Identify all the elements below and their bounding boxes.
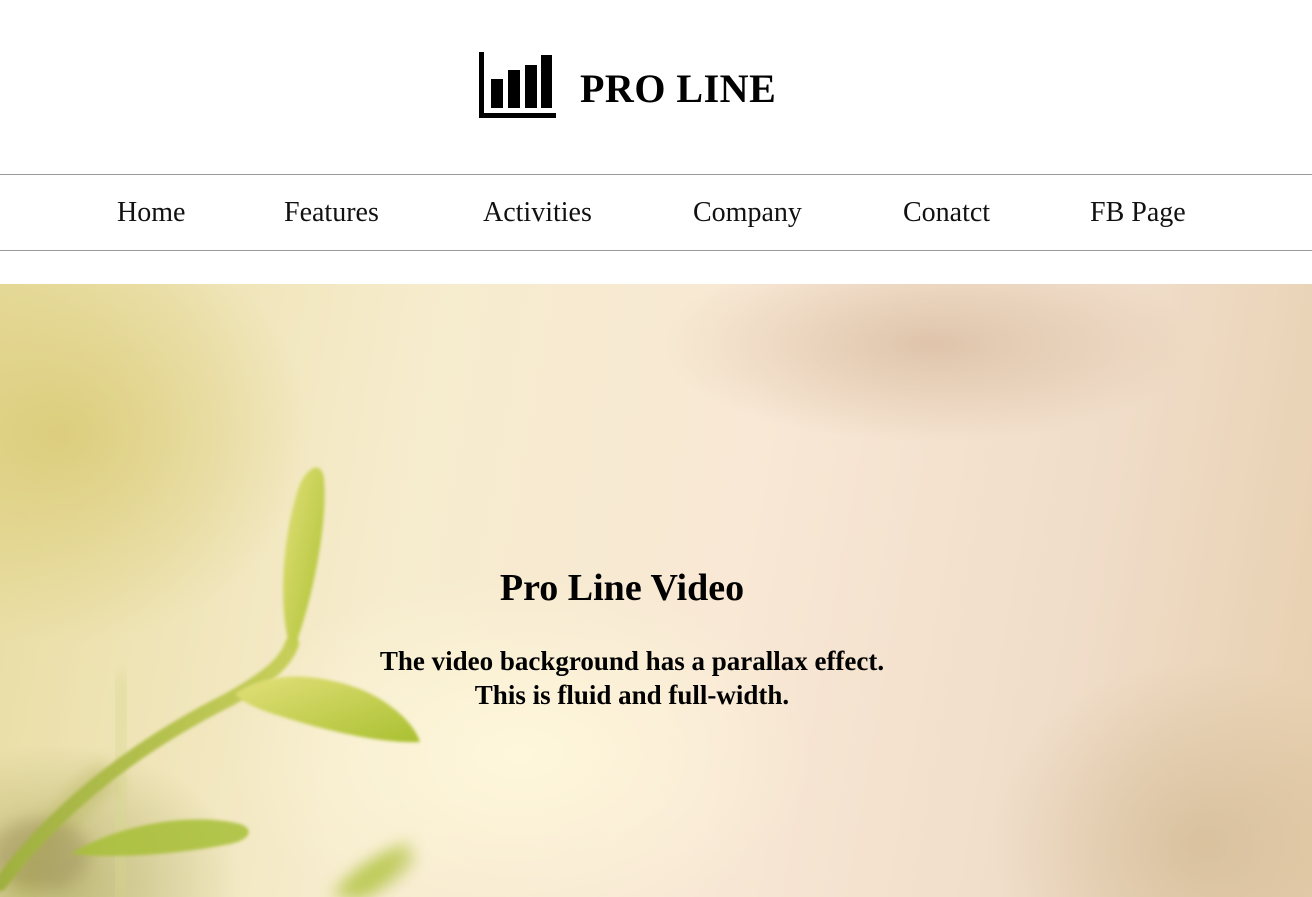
- brand-logo[interactable]: PRO LINE: [478, 52, 776, 122]
- nav-item-features[interactable]: Features: [284, 175, 379, 250]
- nav-item-company[interactable]: Company: [693, 175, 802, 250]
- brand-name: PRO LINE: [580, 66, 777, 111]
- site-header: PRO LINE: [0, 0, 1312, 175]
- main-navigation: Home Features Activities Company Conatct…: [0, 174, 1312, 251]
- hero-subtitle-line2: This is fluid and full-width.: [474, 680, 790, 710]
- hero-subtitle-line1: The video background has a parallax effe…: [379, 646, 885, 676]
- bar-chart-icon: [479, 52, 556, 118]
- nav-item-fb-page[interactable]: FB Page: [1090, 175, 1186, 250]
- hero-title: Pro Line Video: [499, 567, 745, 609]
- nav-item-contact[interactable]: Conatct: [903, 175, 990, 250]
- hero-video-section: Pro Line Video The video background has …: [0, 284, 1312, 897]
- nav-item-home[interactable]: Home: [117, 175, 185, 250]
- nav-item-activities[interactable]: Activities: [483, 175, 592, 250]
